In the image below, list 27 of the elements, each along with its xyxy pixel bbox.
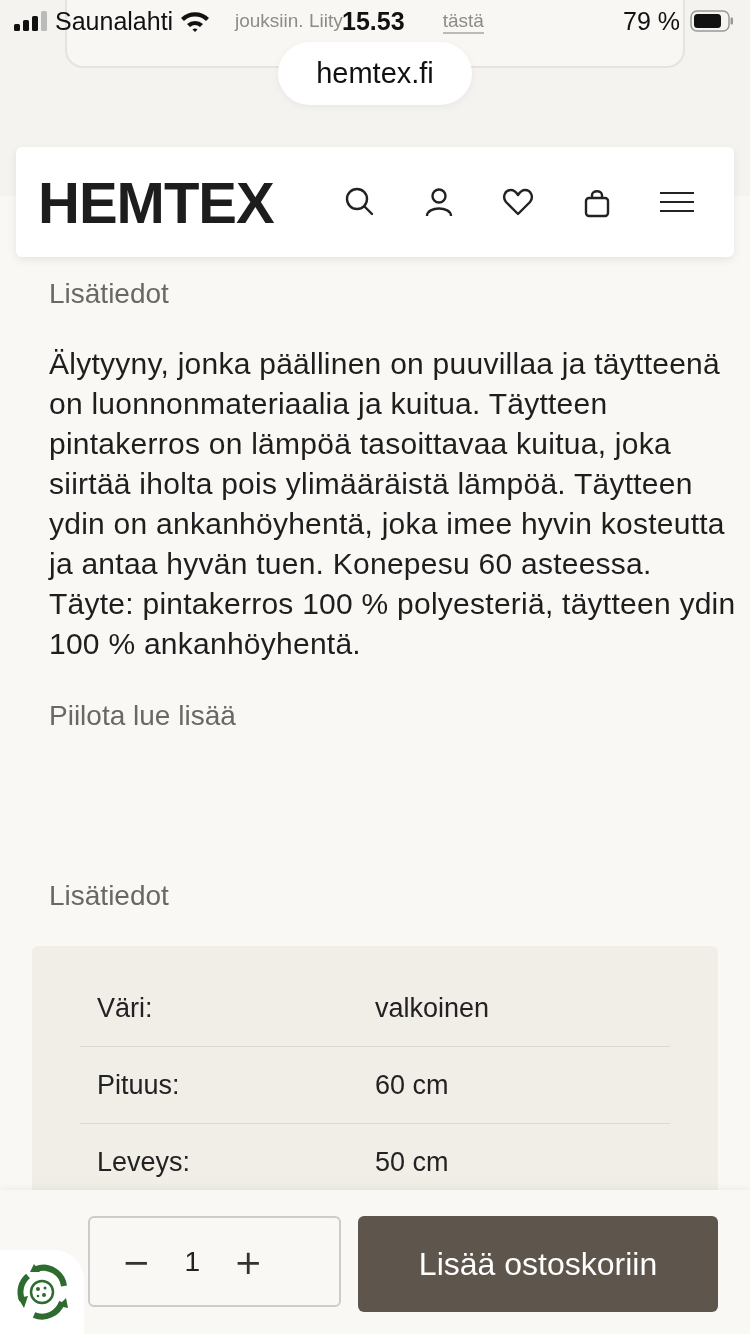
logo[interactable]: HEMTEX	[38, 168, 274, 236]
battery-percent: 79 %	[623, 6, 680, 36]
detail-value: 50 cm	[375, 1146, 449, 1178]
read-less-link[interactable]: Piilota lue lisää	[49, 700, 236, 732]
section-heading: Lisätiedot	[48, 880, 170, 912]
detail-value: valkoinen	[375, 992, 490, 1024]
quantity-stepper[interactable]: − 1 +	[88, 1216, 341, 1307]
signal-icon	[14, 11, 48, 31]
heart-icon[interactable]	[502, 186, 534, 218]
carrier-name: Saunalahti	[55, 6, 174, 36]
address-bar[interactable]: hemtex.fi	[278, 42, 472, 105]
section-heading: Lisätiedot	[49, 278, 170, 310]
user-icon[interactable]	[423, 186, 455, 218]
battery-icon	[690, 10, 734, 32]
detail-label: Väri:	[96, 992, 154, 1024]
increment-button[interactable]: +	[230, 1241, 267, 1282]
status-time: 15.53	[342, 6, 405, 36]
detail-label: Pituus:	[96, 1069, 181, 1101]
detail-label: Leveys:	[96, 1146, 192, 1178]
decrement-button[interactable]: −	[118, 1241, 155, 1282]
detail-value: 60 cm	[375, 1069, 449, 1101]
wifi-icon	[180, 10, 211, 32]
description-text: Älytyyny, jonka päällinen on puuvillaa ja täytteenä on luonnonmateriaalia ja kuitua. Täytteen pintakerros on lämpöä tasoittavaa kuitua, joka siirtää iholta pois ylimääräistä lämpöä. Täytteen ydin on ankanhöyhentä, joka imee hyvin kosteutta ja antaa hyvän tuen. Konepesu 60 asteessa. Täyte: pintakerros 100 % polyesteriä, täytteen ydin 100 % ankanhöyhentä.	[49, 346, 737, 662]
quantity-value: 1	[184, 1245, 201, 1278]
search-icon[interactable]	[344, 186, 376, 218]
add-to-cart-button[interactable]: Lisää ostoskoriin	[358, 1216, 718, 1312]
banner-text: jouksiin. Liity	[235, 10, 343, 32]
